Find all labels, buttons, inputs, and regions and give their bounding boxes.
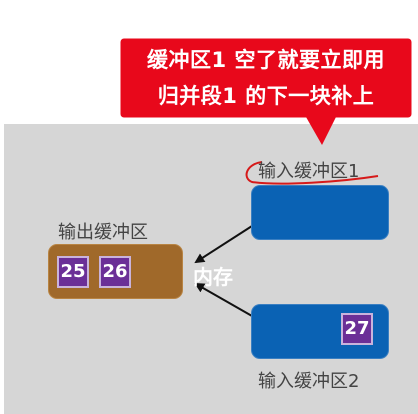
memory-label: 内存 [193, 265, 233, 289]
input-buffer-2-label: 输入缓冲区2 [258, 371, 360, 392]
input-block: 27 [341, 313, 373, 345]
output-buffer-label: 输出缓冲区 [58, 222, 148, 243]
arrow-from-input-1 [194, 225, 253, 264]
input-buffer-1 [251, 185, 389, 240]
output-block: 26 [99, 256, 131, 288]
output-block: 25 [57, 256, 89, 288]
input-buffer-1-label: 输入缓冲区1 [258, 161, 360, 182]
